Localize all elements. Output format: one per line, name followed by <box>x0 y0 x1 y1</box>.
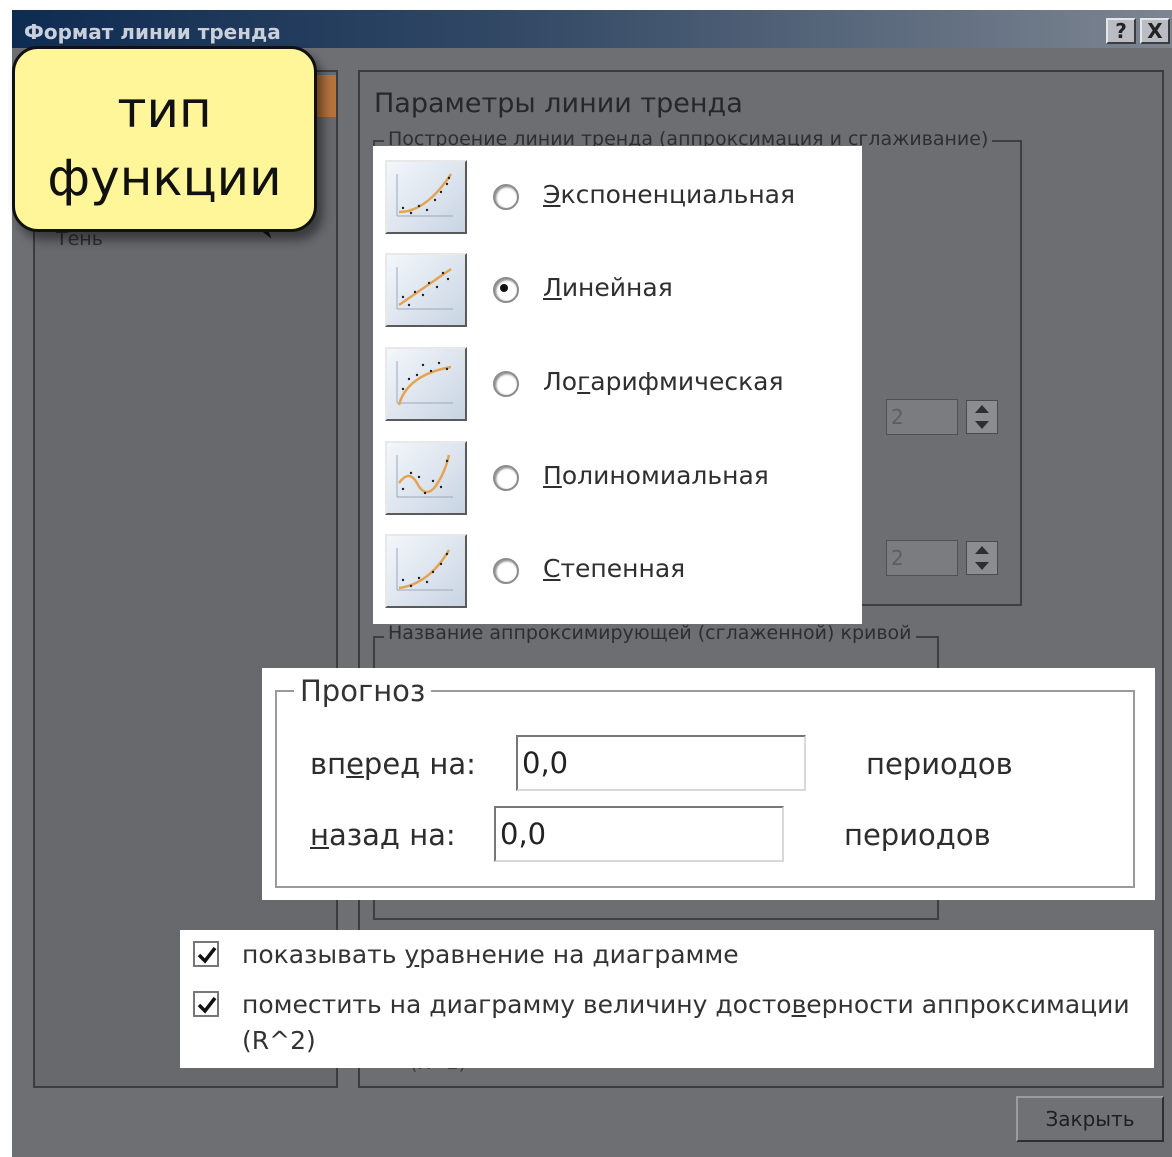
forecast-backward-input[interactable]: 0,0 <box>494 806 784 862</box>
label-rest: олиномиальная <box>561 461 769 490</box>
label-mnemonic: г <box>577 367 591 396</box>
category-selected-item[interactable] <box>316 75 336 117</box>
moving-average-period-input[interactable]: 2 <box>886 540 958 576</box>
polynomial-degree-input[interactable]: 2 <box>886 399 958 435</box>
label-mnemonic: н <box>310 818 329 852</box>
moving-average-period-spinner[interactable] <box>966 541 998 575</box>
callout-text: тип функции <box>12 76 317 212</box>
trend-option-linear[interactable]: Линейная <box>385 253 855 337</box>
backward-units: периодов <box>844 818 991 852</box>
close-button[interactable]: Закрыть <box>1016 1096 1164 1142</box>
label-rest: ерности аппроксимации <box>806 990 1130 1019</box>
trend-option-exponential[interactable]: Экспоненциальная <box>385 160 855 244</box>
label-mnemonic: Э <box>543 180 561 209</box>
close-icon[interactable]: X <box>1140 18 1170 44</box>
forward-units: периодов <box>866 747 1013 781</box>
trend-option-logarithmic[interactable]: Логарифмическая <box>385 347 855 431</box>
forward-label: вперед на: <box>310 747 476 781</box>
trendline-name-group-label: Название аппроксимирующей (сглаженной) к… <box>384 622 916 644</box>
radio-logarithmic[interactable] <box>493 371 519 397</box>
callout-line-2: функции <box>47 149 282 207</box>
trend-option-power[interactable]: Степенная <box>385 534 855 618</box>
label-rest: ред на: <box>363 747 476 781</box>
label-mnemonic: у <box>404 940 420 969</box>
checkmark-icon <box>197 946 217 964</box>
forecast-forward-input[interactable]: 0,0 <box>516 735 806 791</box>
show-r2-label-line2: (R^2) <box>242 1026 316 1055</box>
forecast-title: Прогноз <box>294 674 432 708</box>
label-rest: равнение на диаграмме <box>419 940 739 969</box>
label-mnemonic: в <box>791 990 807 1019</box>
show-r2-checkbox[interactable] <box>193 991 219 1017</box>
label-mnemonic: е <box>346 747 364 781</box>
checkmark-icon <box>197 996 217 1014</box>
radio-power[interactable] <box>493 558 519 584</box>
power-trend-icon <box>385 534 467 608</box>
label-mnemonic: П <box>543 461 562 490</box>
label-rest: кспоненциальная <box>560 180 796 209</box>
label-logarithmic: Логарифмическая <box>543 367 784 396</box>
backward-label: назад на: <box>310 818 456 852</box>
radio-selected-dot <box>500 284 508 292</box>
label-prefix: вп <box>310 747 347 781</box>
spin-down-icon[interactable] <box>975 562 989 570</box>
label-rest: инейная <box>561 273 673 302</box>
spin-down-icon[interactable] <box>975 421 989 429</box>
show-r2-label[interactable]: поместить на диаграмму величину достовер… <box>242 990 1130 1019</box>
exponential-trend-icon <box>385 160 467 234</box>
spin-up-icon[interactable] <box>975 546 989 554</box>
show-equation-label[interactable]: показывать уравнение на диаграмме <box>242 940 739 969</box>
section-title: Параметры линии тренда <box>374 88 743 119</box>
spin-up-icon[interactable] <box>975 405 989 413</box>
radio-linear[interactable] <box>493 277 519 303</box>
label-mnemonic: Л <box>543 273 562 302</box>
label-polynomial: Полиномиальная <box>543 461 769 490</box>
label-prefix: поместить на диаграмму величину досто <box>242 990 792 1019</box>
trend-option-polynomial[interactable]: Полиномиальная <box>385 441 855 525</box>
polynomial-trend-icon <box>385 441 467 515</box>
label-prefix: Ло <box>543 367 578 396</box>
logarithmic-trend-icon <box>385 347 467 421</box>
label-mnemonic: С <box>543 554 561 583</box>
label-rest: арифмическая <box>590 367 784 396</box>
label-prefix: показывать <box>242 940 405 969</box>
label-rest: тепенная <box>560 554 686 583</box>
polynomial-degree-spinner[interactable] <box>966 400 998 434</box>
window-title: Формат линии тренда <box>24 20 281 44</box>
callout-line-1: тип <box>117 81 212 139</box>
label-exponential: Экспоненциальная <box>543 180 795 209</box>
radio-polynomial[interactable] <box>493 465 519 491</box>
label-linear: Линейная <box>543 273 673 302</box>
linear-trend-icon <box>385 253 467 327</box>
label-rest: азад на: <box>328 818 456 852</box>
radio-exponential[interactable] <box>493 184 519 210</box>
help-button[interactable]: ? <box>1106 18 1136 44</box>
show-equation-checkbox[interactable] <box>193 941 219 967</box>
label-power: Степенная <box>543 554 685 583</box>
